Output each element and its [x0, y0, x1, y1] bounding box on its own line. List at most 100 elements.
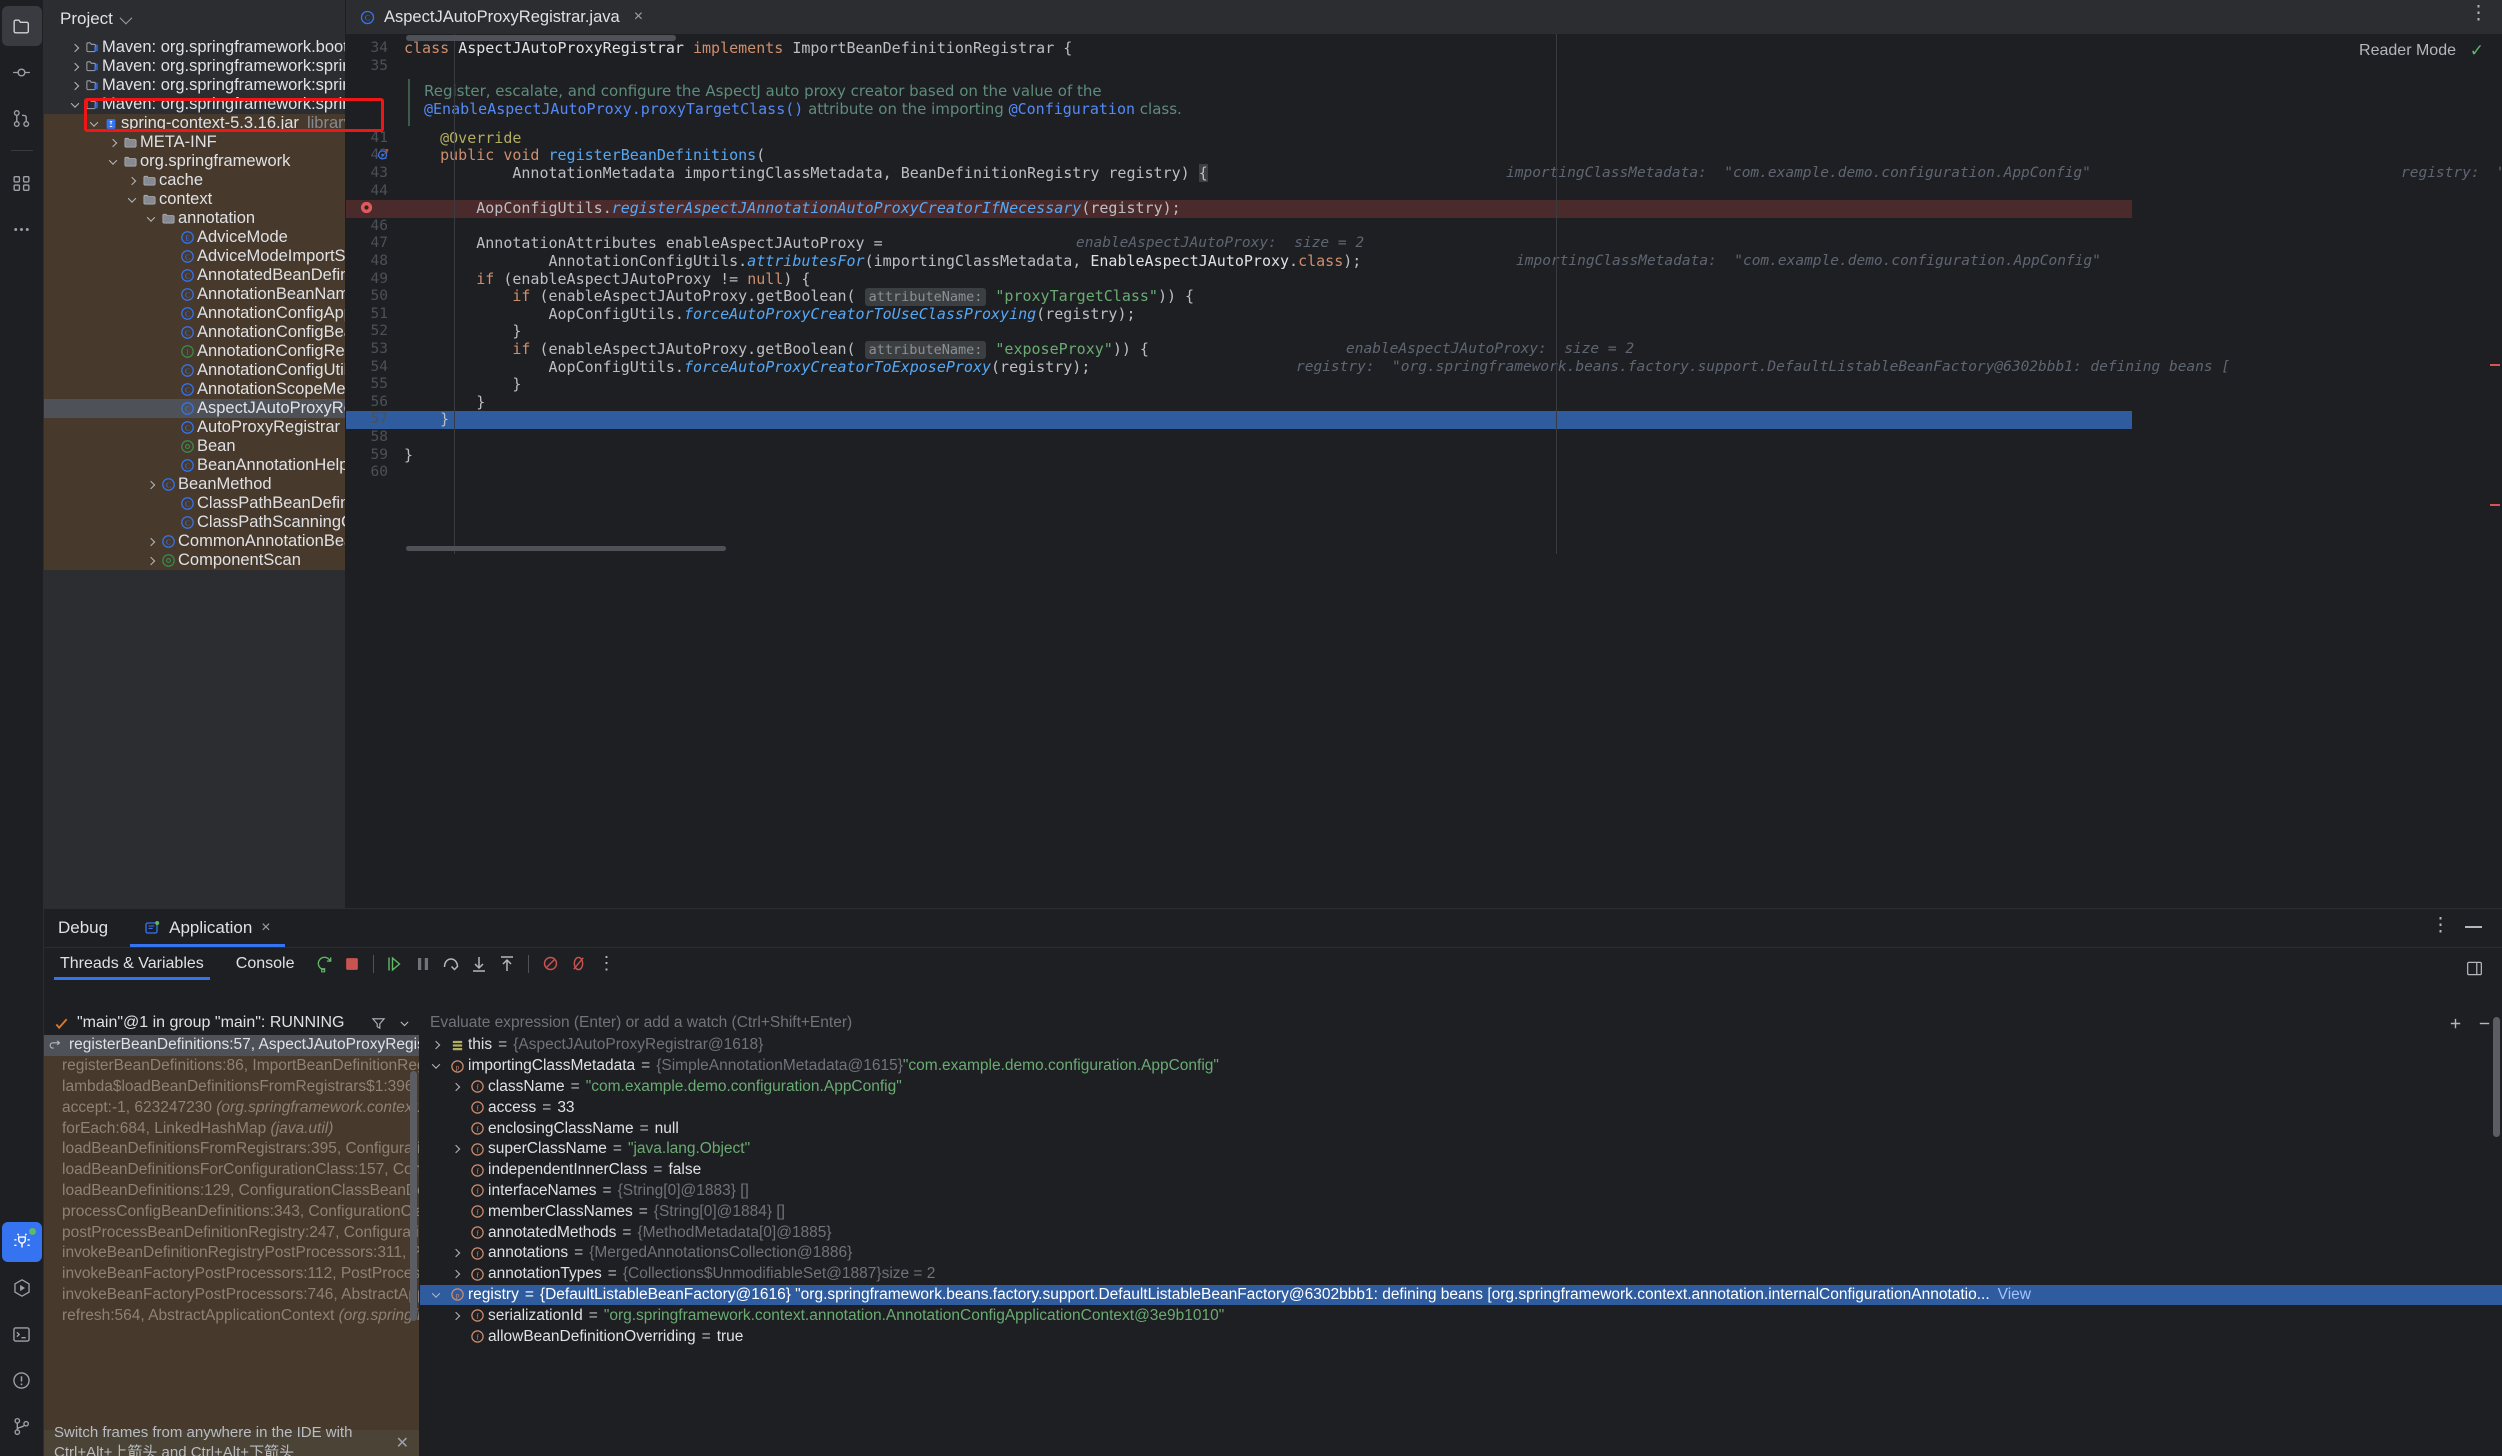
code-line[interactable]: 58 [346, 429, 2502, 447]
tree-node-spring-context-5-3-16-jar[interactable]: spring-context-5.3.16.jar library root [44, 114, 345, 133]
frames-list[interactable]: registerBeanDefinitions:57, AspectJAutoP… [44, 1035, 419, 1456]
more-actions-button[interactable]: ⋮ [592, 950, 620, 978]
inline-debug-value-hint[interactable]: enableAspectJAutoProxy: size = 2 [1076, 235, 1364, 253]
chevron-down-icon[interactable] [67, 98, 82, 108]
editor-options-kebab-icon[interactable]: ⋮ [2469, 4, 2488, 23]
tree-node-meta-inf[interactable]: META-INF [44, 133, 345, 152]
code-line[interactable]: 43 AnnotationMetadata importingClassMeta… [346, 163, 2502, 183]
frame-list-item[interactable]: invokeBeanDefinitionRegistryPostProcesso… [44, 1243, 419, 1264]
chevron-right-icon[interactable] [143, 480, 158, 489]
variable-row[interactable]: f annotations = {MergedAnnotationsCollectio… [420, 1243, 2502, 1264]
inspections-ok-icon[interactable]: ✓ [2470, 41, 2484, 61]
close-icon[interactable]: × [634, 8, 643, 26]
tree-node-cache[interactable]: cache [44, 171, 345, 190]
view-value-link[interactable]: View [1998, 1286, 2031, 1304]
close-icon[interactable]: × [261, 919, 270, 937]
collapse-all-icon[interactable] [2477, 1016, 2492, 1031]
variable-row[interactable]: f independentInnerClass = false [420, 1160, 2502, 1181]
error-stripe-marker[interactable] [2490, 504, 2500, 506]
tree-node-autoproxyregistrar[interactable]: C AutoProxyRegistrar [44, 418, 345, 437]
frames-scrollbar[interactable] [410, 1071, 417, 1321]
code-line[interactable]: 41 @Override [346, 129, 2502, 148]
variable-row[interactable]: this = {AspectJAutoProxyRegistrar@1618} [420, 1035, 2502, 1056]
tree-node-maven-org-springframework-spring-aop-5-3-16[interactable]: Maven: org.springframework:spring-aop:5.… [44, 57, 345, 76]
tree-node-annotationconfigbeandefinitionparse[interactable]: C AnnotationConfigBeanDefinitionParse [44, 323, 345, 342]
code-line[interactable]: 60 [346, 464, 2502, 482]
chevron-right-icon[interactable] [446, 1145, 466, 1154]
pull-requests-icon[interactable] [2, 98, 42, 138]
chevron-down-icon[interactable] [105, 155, 120, 165]
breakpoint-icon[interactable] [359, 200, 375, 216]
chevron-right-icon[interactable] [67, 43, 82, 52]
error-stripe-marker[interactable] [2490, 364, 2500, 366]
code-line[interactable]: 42 public void registerBeanDefinitions( [346, 147, 2502, 165]
layout-settings-button[interactable] [2460, 954, 2488, 982]
terminal-icon[interactable] [2, 1314, 42, 1354]
code-line[interactable]: 49 if (enableAspectJAutoProxy != null) { [346, 270, 2502, 289]
run-icon[interactable] [2, 1268, 42, 1308]
reader-mode-label[interactable]: Reader Mode [2359, 42, 2456, 60]
pause-program-button[interactable] [409, 950, 437, 978]
tree-node-annotationconfigutils[interactable]: C AnnotationConfigUtils [44, 361, 345, 380]
variable-row[interactable]: p importingClassMetadata = {SimpleAnnotatio… [420, 1056, 2502, 1077]
code-line[interactable]: 35 [346, 58, 2502, 76]
tree-node-advicemode[interactable]: E AdviceMode [44, 228, 345, 247]
tree-node-classpathbeandefinitionscanner[interactable]: C ClassPathBeanDefinitionScanner [44, 494, 345, 513]
inline-debug-value-hint[interactable]: registry: "org.springfra [2401, 165, 2502, 183]
frame-list-item[interactable]: forEach:684, LinkedHashMap (java.util) [44, 1118, 419, 1139]
code-line[interactable]: 52 } [346, 323, 2502, 341]
frame-list-item[interactable]: registerBeanDefinitions:86, ImportBeanDe… [44, 1056, 419, 1077]
code-line[interactable]: 50 if (enableAspectJAutoProxy.getBoolean… [346, 287, 2502, 307]
variable-row[interactable]: f annotationTypes = {Collections$Unmodifiab… [420, 1264, 2502, 1285]
chevron-right-icon[interactable] [67, 81, 82, 90]
step-into-button[interactable] [465, 950, 493, 978]
debug-session-tab-application[interactable]: Application × [130, 909, 285, 947]
debug-options-kebab-icon[interactable]: ⋮ [2431, 916, 2450, 935]
stop-button[interactable] [338, 950, 366, 978]
chevron-right-icon[interactable] [67, 62, 82, 71]
version-control-icon[interactable] [2, 1406, 42, 1446]
code-line[interactable]: AopConfigUtils.registerAspectJAnnotation… [346, 199, 2502, 218]
commit-icon[interactable] [2, 52, 42, 92]
tree-node-maven-org-springframework-spring-beans-5-3-16[interactable]: Maven: org.springframework:spring-beans:… [44, 76, 345, 95]
code-line[interactable]: 34 class AspectJAutoProxyRegistrar implem… [346, 39, 2502, 58]
override-method-icon[interactable] [376, 147, 392, 163]
variable-row[interactable]: f className = "com.example.demo.configurati… [420, 1077, 2502, 1098]
mute-breakpoints-button[interactable] [536, 950, 564, 978]
resume-program-button[interactable] [381, 950, 409, 978]
frame-list-item[interactable]: accept:-1, 623247230 (org.springframewor… [44, 1097, 419, 1118]
tree-node-beanmethod[interactable]: C BeanMethod [44, 475, 345, 494]
frame-list-item[interactable]: loadBeanDefinitions:129, ConfigurationCl… [44, 1181, 419, 1202]
variable-row[interactable]: f access = 33 [420, 1097, 2502, 1118]
chevron-right-icon[interactable] [446, 1249, 466, 1258]
tree-node-org-springframework[interactable]: org.springframework [44, 152, 345, 171]
chevron-down-icon[interactable] [426, 1289, 446, 1298]
tab-console[interactable]: Console [220, 948, 311, 980]
tab-threads-and-variables[interactable]: Threads & Variables [44, 948, 220, 980]
variable-row[interactable]: f superClassName = "java.lang.Object" [420, 1139, 2502, 1160]
chevron-down-icon[interactable] [426, 1060, 446, 1070]
variable-row[interactable]: f interfaceNames = {String[0]@1883} [] [420, 1181, 2502, 1202]
chevron-right-icon[interactable] [124, 176, 139, 185]
code-line[interactable]: 55 } [346, 375, 2502, 394]
code-line[interactable]: 44 [346, 183, 2502, 201]
tree-node-annotationscopemetadataresolver[interactable]: C AnnotationScopeMetadataResolver [44, 380, 345, 399]
chevron-right-icon[interactable] [446, 1269, 466, 1279]
rerun-button[interactable] [310, 950, 338, 978]
tree-node-beanannotationhelper[interactable]: C BeanAnnotationHelper [44, 456, 345, 475]
inline-debug-value-hint[interactable]: importingClassMetadata: "com.example.dem… [1516, 253, 2101, 271]
chevron-down-icon[interactable] [124, 193, 139, 203]
code-line[interactable]: 51 AopConfigUtils.forceAutoProxyCreatorT… [346, 305, 2502, 324]
frame-list-item[interactable]: loadBeanDefinitionsForConfigurationClass… [44, 1160, 419, 1181]
evaluate-expression-field[interactable]: Evaluate expression (Enter) or add a wat… [420, 1011, 2502, 1035]
frame-list-item[interactable]: invokeBeanFactoryPostProcessors:746, Abs… [44, 1285, 419, 1306]
chevron-right-icon[interactable] [446, 1082, 466, 1092]
code-line[interactable]: 46 [346, 218, 2502, 236]
tree-node-commonannotationbeanpostprocessor[interactable]: C CommonAnnotationBeanPostProcessor [44, 532, 345, 551]
editor-body[interactable]: Reader Mode ✓ 34 class AspectJAutoProxyRe… [346, 34, 2502, 554]
code-line[interactable]: 48 AnnotationConfigUtils.attributesFor(i… [346, 252, 2502, 271]
frame-list-item[interactable]: registerBeanDefinitions:57, AspectJAutoP… [44, 1035, 419, 1056]
close-icon[interactable]: ✕ [396, 1433, 409, 1453]
variables-tree[interactable]: this = {AspectJAutoProxyRegistrar@1618} p im… [420, 1035, 2502, 1456]
chevron-down-icon[interactable] [398, 1017, 411, 1030]
